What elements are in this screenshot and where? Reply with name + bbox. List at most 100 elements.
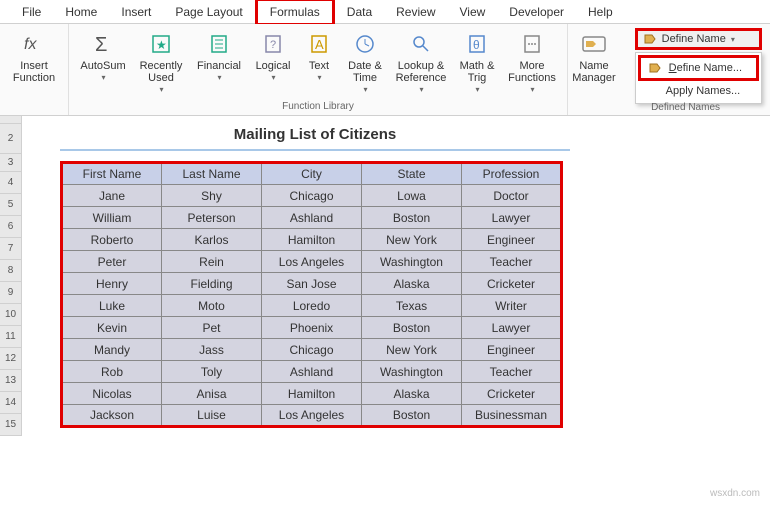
table-cell[interactable]: Peter: [62, 251, 162, 273]
table-cell[interactable]: Teacher: [462, 361, 562, 383]
table-cell[interactable]: Moto: [162, 295, 262, 317]
table-cell[interactable]: Boston: [362, 317, 462, 339]
tab-view[interactable]: View: [448, 1, 498, 23]
table-cell[interactable]: Teacher: [462, 251, 562, 273]
table-cell[interactable]: Lowa: [362, 185, 462, 207]
table-cell[interactable]: Writer: [462, 295, 562, 317]
table-cell[interactable]: Los Angeles: [262, 405, 362, 427]
table-cell[interactable]: Engineer: [462, 229, 562, 251]
column-header[interactable]: City: [262, 163, 362, 185]
table-cell[interactable]: William: [62, 207, 162, 229]
column-header[interactable]: Profession: [462, 163, 562, 185]
row-header[interactable]: 13: [0, 370, 22, 392]
search-icon: [410, 30, 432, 58]
recently-used-button[interactable]: ★ Recently Used▾: [133, 28, 189, 98]
table-cell[interactable]: Ashland: [262, 207, 362, 229]
text-button[interactable]: A Text▾: [299, 28, 339, 86]
table-cell[interactable]: Alaska: [362, 273, 462, 295]
data-table[interactable]: First NameLast NameCityStateProfession J…: [60, 161, 563, 428]
table-cell[interactable]: Nicolas: [62, 383, 162, 405]
table-cell[interactable]: Rob: [62, 361, 162, 383]
table-cell[interactable]: Mandy: [62, 339, 162, 361]
table-cell[interactable]: Chicago: [262, 339, 362, 361]
table-cell[interactable]: Peterson: [162, 207, 262, 229]
table-cell[interactable]: Phoenix: [262, 317, 362, 339]
table-cell[interactable]: Toly: [162, 361, 262, 383]
table-cell[interactable]: Shy: [162, 185, 262, 207]
table-cell[interactable]: Luise: [162, 405, 262, 427]
table-cell[interactable]: Boston: [362, 207, 462, 229]
tab-review[interactable]: Review: [384, 1, 447, 23]
menu-define-name[interactable]: Define Name...: [638, 55, 759, 81]
table-cell[interactable]: Engineer: [462, 339, 562, 361]
row-header[interactable]: 11: [0, 326, 22, 348]
column-header[interactable]: State: [362, 163, 462, 185]
define-name-dropdown[interactable]: Define Name ▾: [635, 28, 762, 50]
tab-data[interactable]: Data: [335, 1, 384, 23]
table-cell[interactable]: Boston: [362, 405, 462, 427]
table-cell[interactable]: Luke: [62, 295, 162, 317]
row-header[interactable]: 2: [0, 124, 22, 154]
financial-button[interactable]: Financial▾: [191, 28, 247, 86]
table-cell[interactable]: Cricketer: [462, 383, 562, 405]
menu-apply-names[interactable]: Apply Names...: [638, 81, 759, 101]
table-cell[interactable]: Washington: [362, 251, 462, 273]
tab-file[interactable]: File: [10, 1, 53, 23]
table-cell[interactable]: Anisa: [162, 383, 262, 405]
row-header[interactable]: 9: [0, 282, 22, 304]
table-cell[interactable]: Karlos: [162, 229, 262, 251]
row-header[interactable]: 7: [0, 238, 22, 260]
name-manager-button[interactable]: Name Manager: [566, 28, 622, 86]
table-cell[interactable]: Washington: [362, 361, 462, 383]
table-cell[interactable]: New York: [362, 229, 462, 251]
table-cell[interactable]: Roberto: [62, 229, 162, 251]
tab-home[interactable]: Home: [53, 1, 109, 23]
table-cell[interactable]: New York: [362, 339, 462, 361]
table-cell[interactable]: Loredo: [262, 295, 362, 317]
table-cell[interactable]: Texas: [362, 295, 462, 317]
table-cell[interactable]: Businessman: [462, 405, 562, 427]
column-header[interactable]: Last Name: [162, 163, 262, 185]
table-cell[interactable]: Los Angeles: [262, 251, 362, 273]
table-cell[interactable]: Jackson: [62, 405, 162, 427]
table-cell[interactable]: Jass: [162, 339, 262, 361]
row-header[interactable]: 15: [0, 414, 22, 436]
table-cell[interactable]: Doctor: [462, 185, 562, 207]
row-header[interactable]: 4: [0, 172, 22, 194]
tab-insert[interactable]: Insert: [109, 1, 163, 23]
table-cell[interactable]: Lawyer: [462, 207, 562, 229]
row-header[interactable]: 6: [0, 216, 22, 238]
table-cell[interactable]: Jane: [62, 185, 162, 207]
logical-button[interactable]: ? Logical▾: [249, 28, 297, 86]
tab-formulas[interactable]: Formulas: [255, 0, 335, 26]
table-cell[interactable]: Fielding: [162, 273, 262, 295]
lookup-reference-button[interactable]: Lookup & Reference▾: [391, 28, 451, 98]
table-cell[interactable]: Pet: [162, 317, 262, 339]
row-header[interactable]: 3: [0, 154, 22, 172]
math-trig-button[interactable]: θ Math & Trig▾: [453, 28, 501, 98]
table-cell[interactable]: Cricketer: [462, 273, 562, 295]
table-cell[interactable]: Ashland: [262, 361, 362, 383]
table-cell[interactable]: Lawyer: [462, 317, 562, 339]
row-header[interactable]: 5: [0, 194, 22, 216]
row-header[interactable]: 8: [0, 260, 22, 282]
table-cell[interactable]: Chicago: [262, 185, 362, 207]
tab-help[interactable]: Help: [576, 1, 625, 23]
date-time-button[interactable]: Date & Time▾: [341, 28, 389, 98]
tab-developer[interactable]: Developer: [497, 1, 576, 23]
table-cell[interactable]: Rein: [162, 251, 262, 273]
row-header[interactable]: 10: [0, 304, 22, 326]
table-cell[interactable]: Hamilton: [262, 229, 362, 251]
autosum-button[interactable]: Σ AutoSum▾: [75, 28, 131, 86]
insert-function-button[interactable]: fx Insert Function: [6, 28, 62, 86]
row-header[interactable]: 12: [0, 348, 22, 370]
table-cell[interactable]: Kevin: [62, 317, 162, 339]
table-cell[interactable]: Alaska: [362, 383, 462, 405]
table-cell[interactable]: San Jose: [262, 273, 362, 295]
more-functions-button[interactable]: More Functions▾: [503, 28, 561, 98]
table-cell[interactable]: Hamilton: [262, 383, 362, 405]
row-header[interactable]: 14: [0, 392, 22, 414]
tab-page-layout[interactable]: Page Layout: [163, 1, 254, 23]
table-cell[interactable]: Henry: [62, 273, 162, 295]
column-header[interactable]: First Name: [62, 163, 162, 185]
